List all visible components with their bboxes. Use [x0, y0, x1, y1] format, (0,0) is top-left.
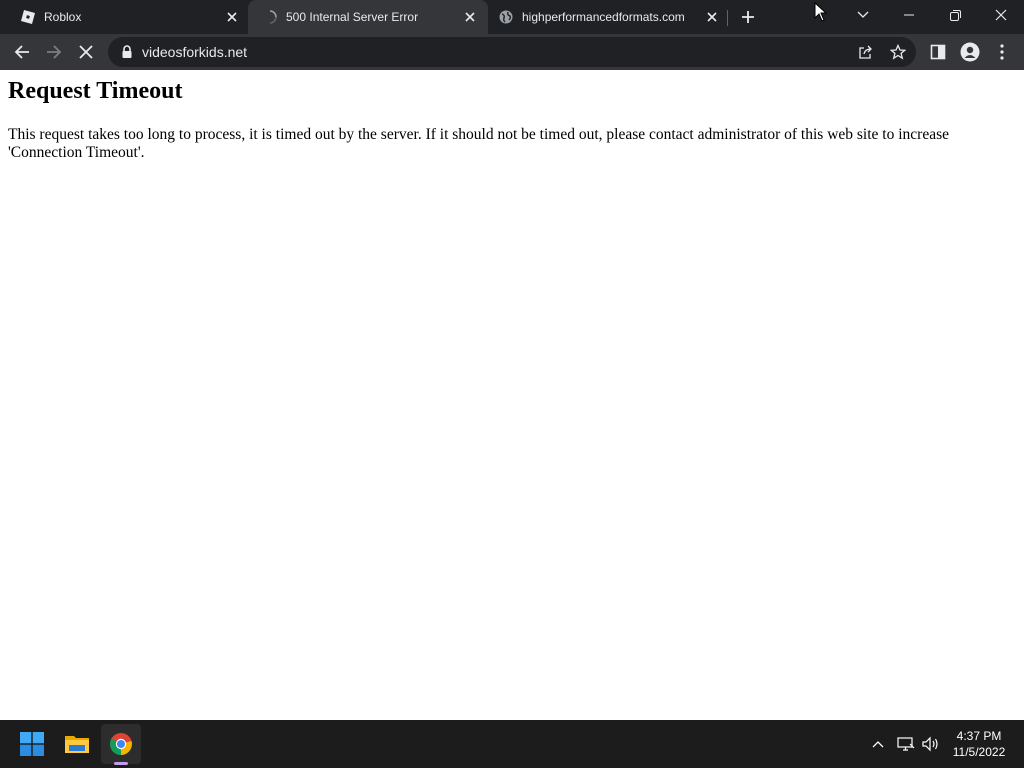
file-explorer-icon [65, 736, 89, 753]
roblox-icon [20, 9, 36, 25]
clock-time: 4:37 PM [956, 729, 1002, 743]
new-tab-button[interactable] [736, 5, 760, 29]
tab-500-internal-server-error[interactable]: 500 Internal Server Error [248, 0, 488, 34]
close-icon[interactable] [702, 7, 722, 27]
active-app-indicator [114, 762, 128, 765]
url-text[interactable]: videosforkids.net [142, 44, 247, 60]
tab-highperformancedformats[interactable]: highperformancedformats.com [488, 0, 728, 34]
menu-kebab-icon[interactable] [986, 36, 1018, 68]
stop-loading-button[interactable] [70, 36, 102, 68]
start-button[interactable] [12, 724, 52, 764]
forward-button[interactable] [38, 36, 70, 68]
loading-spinner-icon [262, 9, 278, 25]
back-button[interactable] [6, 36, 38, 68]
side-panel-button[interactable] [922, 36, 954, 68]
clock-date: 11/5/2022 [952, 745, 1006, 759]
bookmark-star-icon[interactable] [886, 40, 910, 64]
chrome-taskbar-button[interactable] [101, 724, 141, 764]
tab-roblox[interactable]: Roblox [0, 0, 248, 34]
minimize-button[interactable] [886, 0, 932, 30]
lock-icon[interactable] [120, 44, 134, 60]
page-heading: Request Timeout [8, 78, 183, 104]
system-clock[interactable]: 4:37 PM 11/5/2022 [944, 728, 1014, 760]
network-icon[interactable] [896, 734, 916, 754]
globe-icon [498, 9, 514, 25]
tab-title: 500 Internal Server Error [286, 10, 419, 24]
close-icon[interactable] [460, 7, 480, 27]
close-window-button[interactable] [978, 0, 1024, 30]
close-icon[interactable] [222, 7, 242, 27]
error-message: This request takes too long to process, … [8, 126, 949, 161]
mouse-cursor-icon [814, 2, 828, 22]
page-content: Request Timeout This request takes too l… [0, 70, 1024, 720]
tab-search-button[interactable] [840, 0, 886, 30]
restore-button[interactable] [932, 0, 978, 30]
address-bar[interactable]: videosforkids.net [108, 37, 916, 67]
volume-icon[interactable] [920, 734, 940, 754]
tab-separator [727, 10, 728, 26]
tab-strip: Roblox 500 Internal Server Error highper… [0, 0, 1024, 34]
tab-title: Roblox [44, 10, 82, 24]
show-hidden-icons-chevron-icon[interactable] [868, 734, 888, 754]
browser-toolbar: videosforkids.net [0, 34, 1024, 70]
windows-taskbar: 4:37 PM 11/5/2022 [0, 720, 1024, 768]
chrome-icon [109, 733, 132, 756]
profile-avatar-icon[interactable] [954, 36, 986, 68]
start-icon [20, 732, 44, 756]
file-explorer-button[interactable] [57, 724, 97, 764]
tab-title: highperformancedformats.com [522, 10, 685, 24]
share-icon[interactable] [854, 40, 878, 64]
